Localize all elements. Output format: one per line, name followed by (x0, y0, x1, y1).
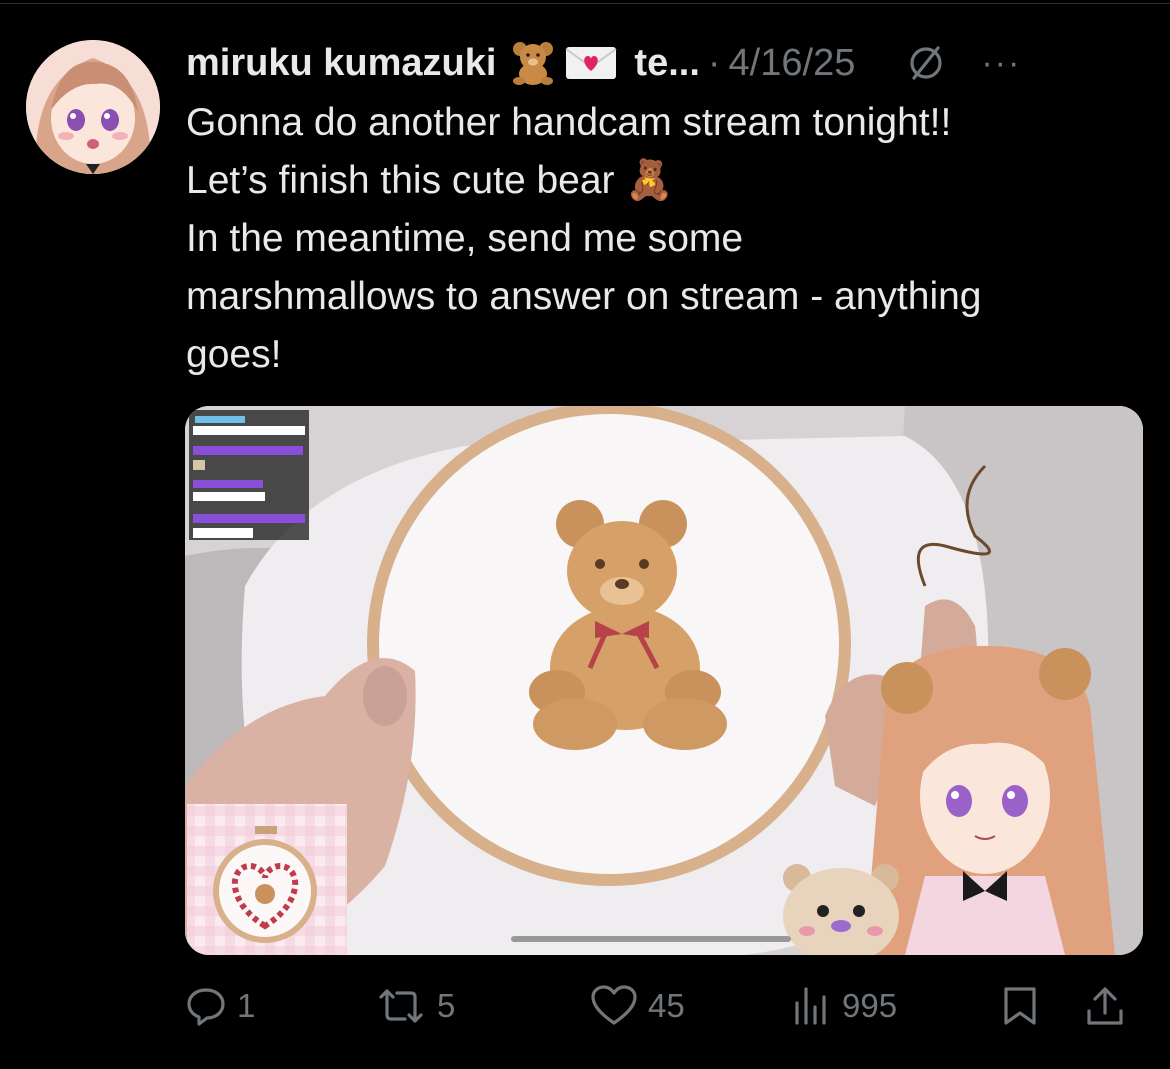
share-icon (1087, 987, 1123, 1025)
love-letter-emoji (564, 43, 618, 83)
post-date[interactable]: 4/16/25 (729, 42, 856, 85)
vtuber-avatar (865, 646, 1115, 955)
author-name[interactable]: miruku kumazuki (186, 42, 496, 85)
post-text: Gonna do another handcam stream tonight!… (186, 94, 1146, 384)
like-button[interactable]: 45 (590, 985, 790, 1027)
stream-chat-overlay (189, 410, 309, 540)
bookmark-icon (1004, 987, 1036, 1025)
post-header: miruku kumazuki te... · 4/16/25 ··· (186, 38, 1146, 88)
reply-icon (187, 988, 225, 1026)
more-options-button[interactable]: ··· (981, 44, 1021, 83)
like-icon (591, 985, 637, 1025)
repost-count: 5 (437, 987, 456, 1024)
author-handle[interactable]: te... (634, 42, 699, 85)
reply-count: 1 (237, 987, 256, 1024)
post-text-line: marshmallows to answer on stream - anyth… (186, 275, 982, 318)
pattern-thumbnail (187, 804, 347, 955)
bookmark-button[interactable] (1000, 985, 1084, 1027)
repost-icon (379, 989, 423, 1023)
views-icon (795, 987, 826, 1025)
video-player[interactable] (185, 406, 1143, 955)
divider (0, 3, 1170, 4)
bear-emoji (510, 41, 556, 85)
share-button[interactable] (1084, 985, 1126, 1027)
repost-button[interactable]: 5 (375, 985, 590, 1027)
reply-button[interactable]: 1 (185, 985, 375, 1027)
post-text-line: Gonna do another handcam stream tonight!… (186, 101, 952, 144)
post-text-line: In the meantime, send me some (186, 217, 744, 260)
video-scrubber[interactable] (511, 936, 791, 942)
like-count: 45 (648, 987, 685, 1024)
action-bar: 1 5 45 995 (185, 980, 1140, 1032)
view-count: 995 (842, 987, 898, 1024)
mascot-bear (783, 864, 899, 955)
views-button[interactable]: 995 (790, 985, 1000, 1027)
post-text-line: goes! (186, 333, 282, 376)
grok-icon[interactable] (905, 42, 947, 84)
post-text-line: Let’s finish this cute bear 🧸 (186, 159, 674, 202)
avatar[interactable] (26, 40, 160, 174)
separator-dot: · (707, 41, 721, 84)
